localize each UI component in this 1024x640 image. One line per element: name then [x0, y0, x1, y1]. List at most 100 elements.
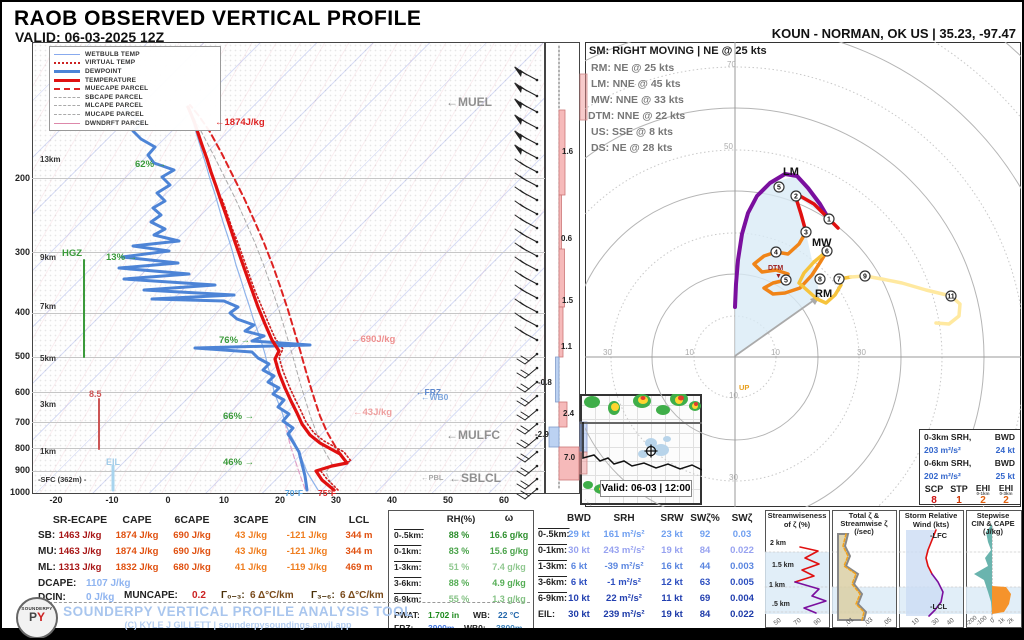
- label-800: 800: [14, 443, 30, 453]
- label-300: 300: [14, 247, 30, 257]
- label-6-c-km: 6 Δ°C/km: [340, 590, 384, 601]
- label-4-9-g-kg: 4.9 g/kg: [492, 578, 526, 588]
- label-6-kt: 6 kt: [570, 577, 588, 588]
- label-9km: 9km: [40, 253, 57, 262]
- footer-title: SOUNDERPY VERTICAL PROFILE ANALYSIS TOOL: [63, 604, 413, 619]
- label-13: 13% →: [106, 252, 138, 263]
- label-500: 500: [14, 351, 30, 361]
- label-5km: 5km: [40, 354, 57, 363]
- footer-credit: (C) KYLE J GILLETT | sounderpysoundings.…: [124, 620, 352, 630]
- label-: Γ₃₋₆:: [311, 590, 335, 601]
- label-sfc-362m: -SFC (362m) -: [38, 475, 87, 484]
- legend-label: TEMPERATURE: [85, 76, 137, 84]
- sounderpy-logo: SOUNDERPY PY: [16, 597, 58, 638]
- label-10: 10: [771, 348, 780, 357]
- label-30-kt: 30 kt: [568, 609, 590, 620]
- label-344-m: 344 m: [345, 546, 373, 557]
- label-1874j-kg: ←1874J/kg: [215, 117, 265, 128]
- label-0-8: -0.8: [538, 378, 552, 387]
- label-12-kt: 12 kt: [661, 577, 683, 588]
- legend-line-sample: [54, 53, 80, 55]
- label-ml: ML:: [38, 562, 56, 573]
- label-lcl: -LCL: [930, 602, 948, 611]
- label-84: 84: [699, 545, 711, 556]
- label-121-j-kg: -121 J/kg: [286, 530, 328, 541]
- label-0-6: 0.6: [561, 234, 573, 243]
- label-40: 40: [386, 495, 398, 505]
- label-0-5km: 0-.5km:: [538, 529, 570, 539]
- label-63: 63: [699, 577, 711, 588]
- label-0-003: 0.003: [730, 561, 754, 572]
- legend-item: WETBULB TEMP: [54, 50, 216, 59]
- label-55: 55 %: [448, 594, 470, 604]
- label-92: 92: [699, 529, 711, 540]
- label-streamwiseness: Streamwiseness: [767, 511, 827, 520]
- label-600: 600: [14, 387, 30, 397]
- label-eil: EIL: [106, 457, 121, 467]
- legend-line-sample: [54, 113, 80, 115]
- label-bwd: BWD: [994, 432, 1015, 442]
- label-5-km: .5 km: [772, 601, 790, 608]
- label-0-5km: 0-.5km:: [394, 530, 424, 540]
- label-22-m-s: 22 m²/s²: [606, 593, 642, 604]
- label-7-4-g-kg: 7.4 g/kg: [492, 562, 526, 572]
- label-1463-j-kg: 1463 J/kg: [58, 530, 102, 541]
- legend-item: TEMPERATURE: [54, 76, 216, 85]
- label-1313-j-kg: 1313 J/kg: [58, 562, 102, 573]
- label-sw: SWζ: [731, 513, 753, 524]
- label-0-005: 0.005: [730, 577, 754, 588]
- legend-line-sample: [54, 122, 80, 124]
- label-storm-relative: Storm Relative: [904, 511, 958, 520]
- label-mulfc: ←MULFC: [446, 428, 500, 442]
- label-60: 60: [498, 495, 510, 505]
- label-sm-right-moving-ne-25-kts: SM: RIGHT MOVING | NE @ 25 kts: [589, 45, 767, 57]
- label-stp: STP: [950, 484, 968, 494]
- legend-line-sample: [54, 96, 80, 98]
- label-43-j-kg: 43 J/kg: [234, 530, 268, 541]
- legend-line-sample: [54, 61, 80, 64]
- label-rh: RH(%): [446, 514, 476, 525]
- legend-item: SBCAPE PARCEL: [54, 93, 216, 102]
- label-0-2: 0.2: [192, 590, 206, 601]
- legend-label: MLCAPE PARCEL: [85, 102, 144, 110]
- label-rm-ne-25-kts: RM: NE @ 25 kts: [591, 62, 675, 74]
- label-cape: CAPE: [122, 514, 152, 526]
- label-0-004: 0.004: [730, 593, 754, 604]
- label-1107-j-kg: 1107 J/kg: [86, 578, 131, 589]
- label-243-m-s: 243 m²/s²: [603, 545, 645, 556]
- label-mu: MU:: [38, 546, 57, 557]
- label-srh: SRH: [613, 513, 635, 524]
- label-up: UP: [739, 383, 750, 392]
- label-hgz: HGZ: [62, 248, 83, 259]
- label-50: 50: [724, 142, 733, 151]
- label-0-j-kg: 0 J/kg: [86, 592, 115, 603]
- label-sblcl: ←SBLCL: [449, 471, 501, 485]
- label-30: 30: [729, 473, 738, 482]
- station-info: KOUN - NORMAN, OK US | 35.23, -97.47: [771, 26, 1016, 41]
- label-66: 66% →: [223, 411, 255, 422]
- label-scp: SCP: [924, 484, 944, 494]
- legend-item: MUCAPE PARCEL: [54, 110, 216, 119]
- legend-line-sample: [54, 78, 80, 82]
- label-0: 0: [165, 495, 171, 505]
- label-0-1km: 0-1km:: [394, 546, 422, 556]
- label-19-kt: 19 kt: [661, 609, 683, 620]
- legend-item: DEWPOINT: [54, 67, 216, 76]
- label-2-9: -2.9: [535, 430, 549, 439]
- label-lfc: -LFC: [930, 531, 948, 540]
- label-10: -10: [105, 495, 119, 505]
- label-6cape: 6CAPE: [174, 514, 210, 526]
- legend-line-sample: [54, 105, 80, 107]
- label-lcl: LCL: [348, 514, 370, 526]
- label-6-c-km: 6 Δ°C/km: [250, 590, 294, 601]
- label-6-9km: 6-9km:: [538, 593, 568, 603]
- label-7-0: 7.0: [564, 453, 576, 462]
- label-11-kt: 11 kt: [661, 593, 683, 604]
- label-680-j-kg: 680 J/kg: [173, 562, 211, 573]
- label-22-c: 22 °C: [498, 610, 520, 620]
- label-43j-kg: ←43J/kg: [353, 407, 393, 418]
- label-eil: EIL:: [538, 609, 555, 619]
- label-0-03: 0.03: [732, 529, 752, 540]
- logo-py: PY: [28, 610, 46, 624]
- legend-item: DWNDRFT PARCEL: [54, 119, 216, 128]
